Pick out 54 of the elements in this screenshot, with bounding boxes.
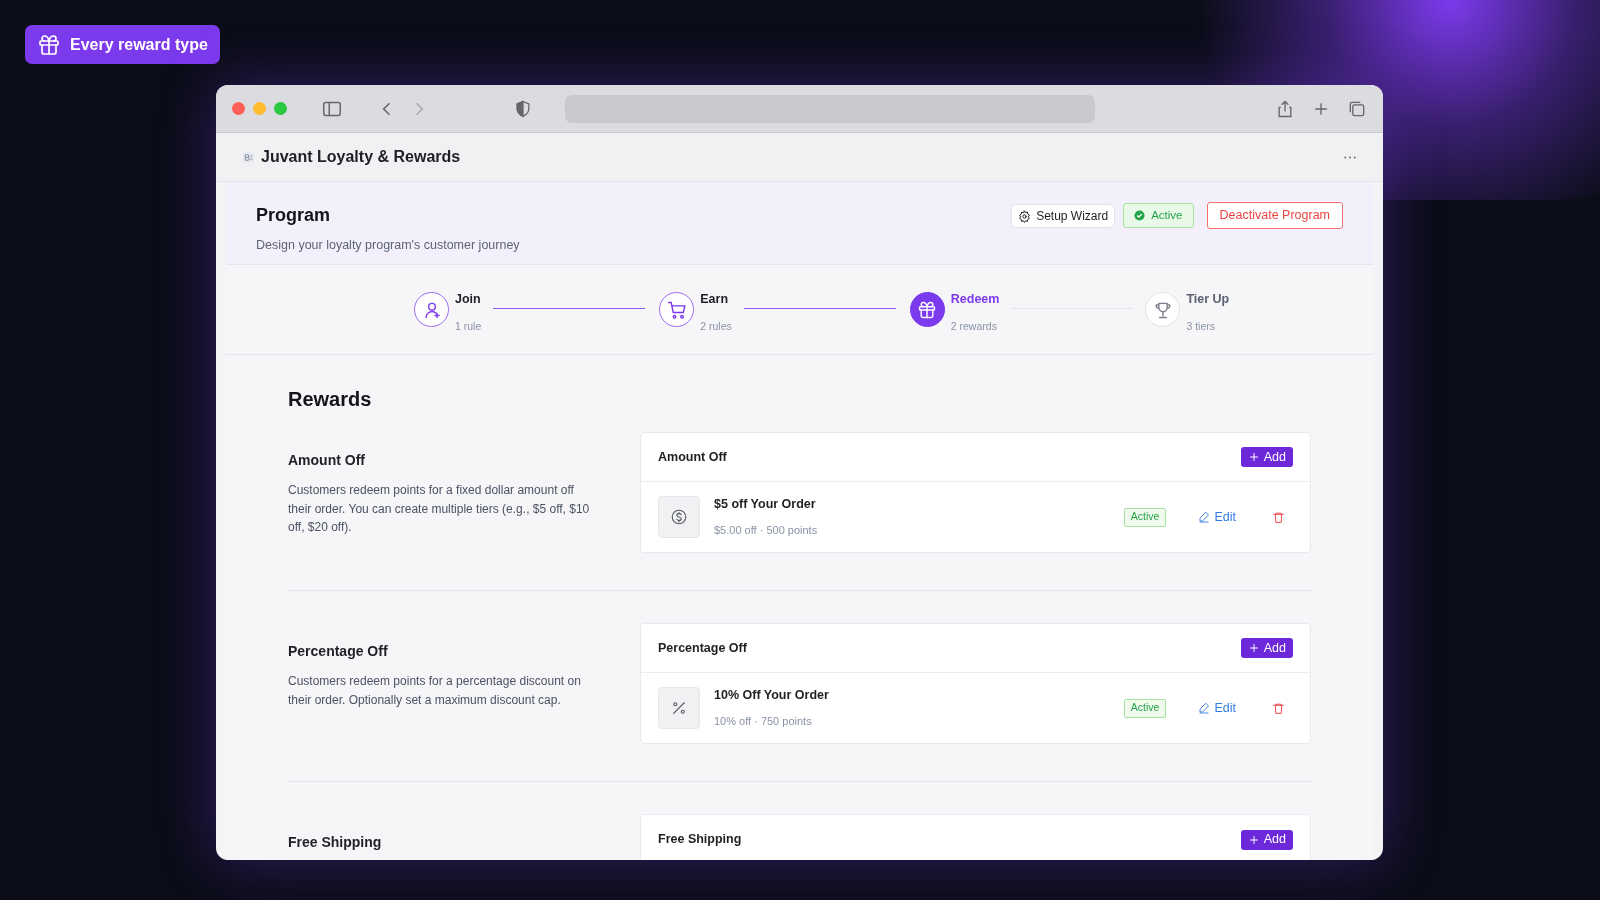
window-control-icon[interactable] xyxy=(232,102,245,115)
section-title: Percentage Off xyxy=(288,642,389,661)
reward-detail: $5.00 off · 500 points xyxy=(714,523,818,539)
delete-button[interactable] xyxy=(1272,701,1285,715)
cart-icon xyxy=(666,299,687,320)
add-button[interactable]: Add xyxy=(1240,447,1293,467)
add-button[interactable]: Add xyxy=(1240,638,1293,658)
reward-detail: 10% off · 750 points xyxy=(714,714,813,730)
step-count: 2 rules xyxy=(700,319,732,334)
step-label[interactable]: Join xyxy=(455,290,482,309)
section-description: Customers redeem points for a fixed dollar amount off their order. You can create multiple tiers (e.g., $5 off, $10 off, $20 off). xyxy=(288,482,591,536)
dollar-coin-icon xyxy=(670,508,688,526)
section-title: Free Shipping xyxy=(288,833,383,852)
reward-name: 10% Off Your Order xyxy=(714,687,829,705)
step-count: 2 rewards xyxy=(950,319,998,334)
app-logo-icon xyxy=(242,150,255,164)
status-badge: Active xyxy=(1123,203,1194,228)
plus-icon xyxy=(1247,642,1260,654)
deactivate-button[interactable]: Deactivate Program xyxy=(1206,202,1343,229)
step-count: 1 rule xyxy=(455,319,482,334)
check-circle-icon xyxy=(1134,210,1146,221)
page-title: Rewards xyxy=(288,387,373,412)
section-title: Amount Off xyxy=(288,451,366,470)
step-label[interactable]: Tier Up xyxy=(1186,290,1230,309)
plus-icon xyxy=(1247,833,1260,846)
step-label[interactable]: Redeem xyxy=(950,290,1000,309)
app-title: Juvant Loyalty & Rewards xyxy=(261,147,461,167)
pencil-icon xyxy=(1198,702,1211,714)
gift-icon xyxy=(917,299,938,320)
setup-wizard-button[interactable]: Setup Wizard xyxy=(1012,205,1115,227)
step-count: 3 tiers xyxy=(1186,319,1216,334)
program-title: Program xyxy=(256,204,332,227)
edit-button[interactable]: Edit xyxy=(1198,507,1236,527)
more-icon[interactable] xyxy=(1343,154,1357,160)
trash-icon xyxy=(1272,510,1285,524)
section-description: Customers redeem points for a percentage discount on their order. Optionally set a maximum discount cap. xyxy=(288,673,582,709)
badge-label: Every reward type xyxy=(70,34,208,55)
gift-icon xyxy=(37,32,61,57)
status-badge: Active xyxy=(1123,507,1167,527)
trash-icon xyxy=(1272,701,1285,715)
edit-button[interactable]: Edit xyxy=(1198,698,1236,718)
percent-icon xyxy=(670,699,688,717)
reward-name: $5 off Your Order xyxy=(714,496,817,514)
card-title: Free Shipping xyxy=(658,831,742,849)
plus-icon xyxy=(1247,451,1260,463)
delete-button[interactable] xyxy=(1272,510,1285,524)
add-button[interactable]: Add xyxy=(1240,829,1293,850)
gear-icon xyxy=(1018,209,1032,223)
card-title: Percentage Off xyxy=(658,639,747,657)
status-badge: Active xyxy=(1123,698,1167,718)
program-subtitle: Design your loyalty program's customer journey xyxy=(256,237,520,254)
card-title: Amount Off xyxy=(658,448,727,466)
pencil-icon xyxy=(1198,511,1211,523)
step-label[interactable]: Earn xyxy=(700,290,732,309)
